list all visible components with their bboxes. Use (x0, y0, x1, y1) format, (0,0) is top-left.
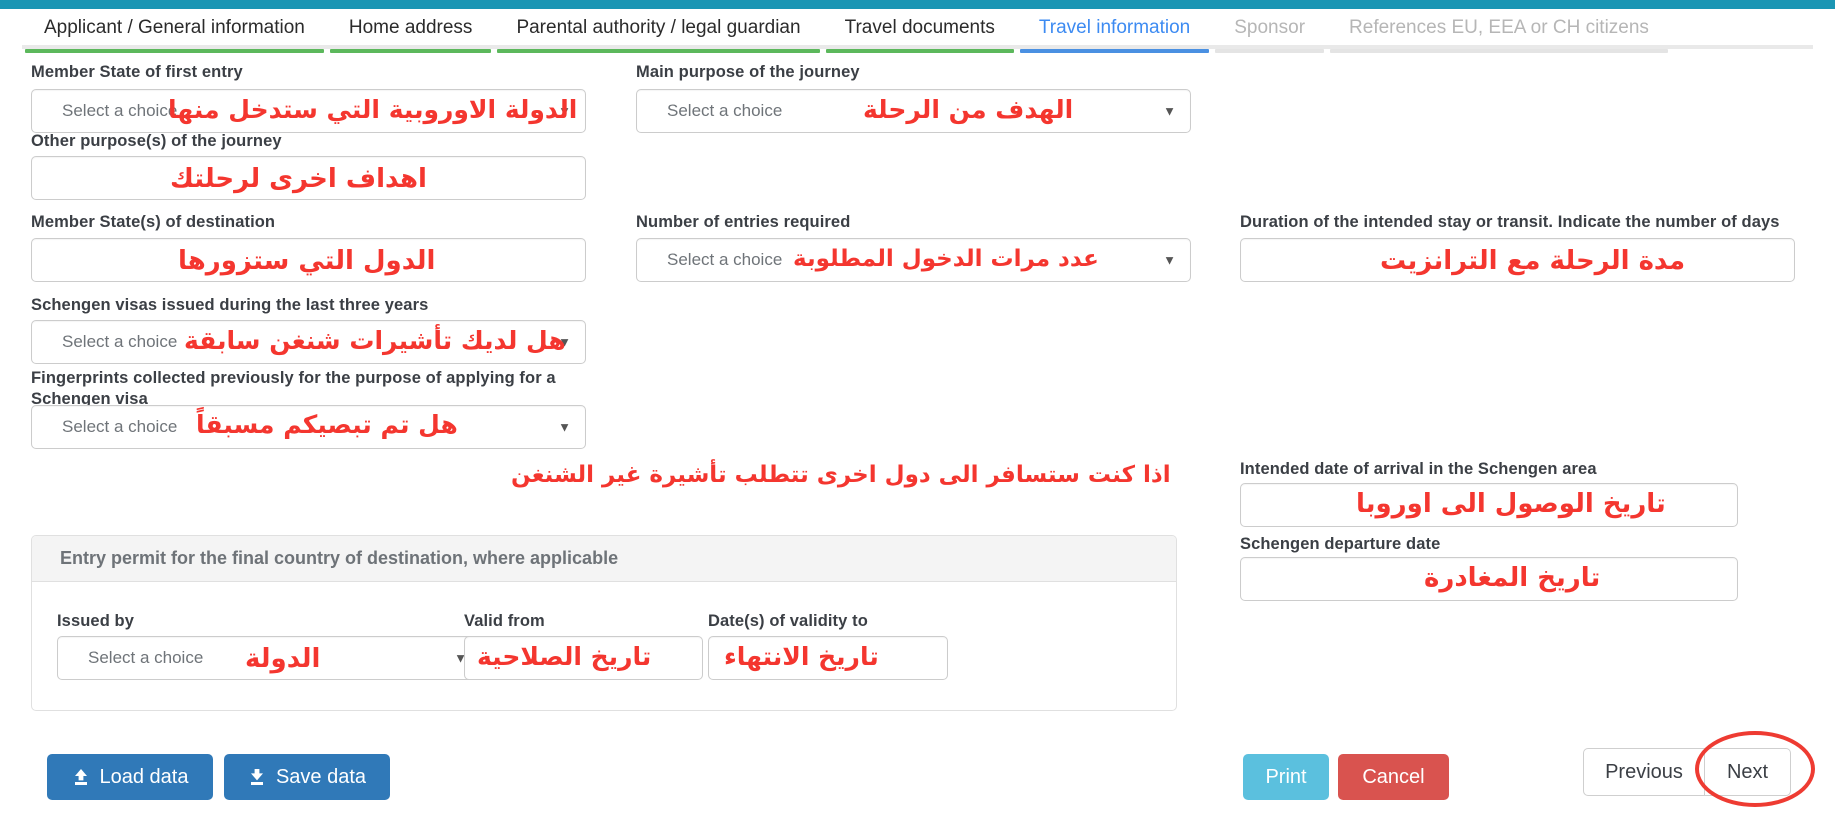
select-value: Select a choice (88, 648, 204, 667)
entry-permit-panel-header: Entry permit for the final country of de… (32, 536, 1176, 582)
tab-label: Travel documents (844, 17, 995, 38)
tab-label: References EU, EEA or CH citizens (1349, 17, 1649, 38)
tab-travel-information[interactable]: Travel information (1017, 9, 1212, 53)
select-value: Select a choice (667, 101, 783, 120)
input-intended-date-of-arrival[interactable] (1240, 483, 1738, 527)
label-duration-of-intended-stay: Duration of the intended stay or transit… (1240, 213, 1780, 231)
tab-underline (1215, 49, 1325, 53)
input-member-states-of-destination[interactable] (31, 238, 586, 282)
chevron-down-icon: ▼ (558, 419, 571, 435)
label-fingerprints-collected-previously: Fingerprints collected previously for th… (31, 369, 556, 408)
previous-button[interactable]: Previous (1583, 748, 1705, 796)
chevron-down-icon: ▼ (558, 103, 571, 119)
tab-label: Sponsor (1234, 17, 1306, 38)
input-duration-of-intended-stay[interactable] (1240, 238, 1795, 282)
annotation-entry-permit-panel: اذا كنت ستسافر الى دول اخرى تتطلب تأشيرة… (511, 462, 1171, 488)
tab-references-eu-eea-ch-citizens: References EU, EEA or CH citizens (1327, 9, 1671, 53)
tab-underline (25, 49, 324, 53)
select-schengen-visas-last-three-years[interactable]: Select a choice ▼ (31, 320, 586, 364)
select-value: Select a choice (62, 417, 178, 436)
entry-permit-panel: Entry permit for the final country of de… (31, 535, 1177, 711)
tab-home-address[interactable]: Home address (327, 9, 495, 53)
tab-label: Home address (348, 17, 473, 38)
tab-label: Travel information (1038, 17, 1191, 38)
load-data-label: Load data (99, 765, 189, 788)
tab-list: Applicant / General information Home add… (22, 9, 1671, 53)
tab-sponsor: Sponsor (1212, 9, 1327, 53)
select-fingerprints-collected-previously[interactable]: Select a choice ▼ (31, 405, 586, 449)
label-number-of-entries-required: Number of entries required (636, 213, 851, 231)
cancel-button[interactable]: Cancel (1338, 754, 1449, 800)
tab-underline (825, 49, 1014, 53)
label-schengen-visas-last-three-years: Schengen visas issued during the last th… (31, 296, 429, 314)
input-valid-from[interactable] (464, 636, 703, 680)
tab-underline (497, 49, 820, 53)
chevron-down-icon: ▼ (1163, 252, 1176, 268)
tab-underline (1330, 49, 1668, 53)
label-main-purpose-of-the-journey: Main purpose of the journey (636, 63, 860, 81)
label-member-states-of-destination: Member State(s) of destination (31, 213, 276, 231)
print-label: Print (1265, 765, 1307, 788)
tab-label: Applicant / General information (44, 17, 305, 38)
tab-underline (329, 49, 492, 53)
select-member-state-of-first-entry[interactable]: Select a choice ▼ (31, 89, 586, 133)
cancel-label: Cancel (1362, 765, 1425, 788)
label-valid-from: Valid from (464, 612, 545, 630)
select-value: Select a choice (62, 332, 178, 351)
input-dates-of-validity-to[interactable] (708, 636, 948, 680)
label-dates-of-validity-to: Date(s) of validity to (708, 612, 868, 630)
label-member-state-of-first-entry: Member State of first entry (31, 63, 243, 81)
download-icon (248, 768, 266, 786)
chevron-down-icon: ▼ (1163, 103, 1176, 119)
top-accent-bar (0, 0, 1835, 9)
previous-label: Previous (1605, 760, 1683, 783)
tab-underline (1019, 49, 1210, 53)
tab-parental-authority-legal-guardian[interactable]: Parental authority / legal guardian (494, 9, 822, 53)
input-schengen-departure-date[interactable] (1240, 557, 1738, 601)
select-value: Select a choice (667, 250, 783, 269)
label-issued-by: Issued by (57, 612, 135, 630)
tab-label: Parental authority / legal guardian (516, 17, 801, 38)
entry-permit-panel-title: Entry permit for the final country of de… (60, 548, 619, 568)
label-intended-date-of-arrival: Intended date of arrival in the Schengen… (1240, 460, 1597, 478)
select-issued-by[interactable]: Select a choice ▼ (57, 636, 482, 680)
select-number-of-entries-required[interactable]: Select a choice ▼ (636, 238, 1191, 282)
tab-strip: Applicant / General information Home add… (0, 9, 1835, 53)
print-button[interactable]: Print (1243, 754, 1329, 800)
next-button[interactable]: Next (1705, 748, 1791, 796)
label-other-purposes-of-the-journey: Other purpose(s) of the journey (31, 132, 282, 150)
save-data-label: Save data (275, 765, 367, 788)
input-other-purposes-of-the-journey[interactable] (31, 156, 586, 200)
label-schengen-departure-date: Schengen departure date (1240, 535, 1441, 553)
select-value: Select a choice (62, 101, 178, 120)
tab-applicant-general-information[interactable]: Applicant / General information (22, 9, 327, 53)
tab-travel-documents[interactable]: Travel documents (823, 9, 1017, 53)
load-data-button[interactable]: Load data (47, 754, 213, 800)
save-data-button[interactable]: Save data (224, 754, 390, 800)
upload-icon (72, 768, 90, 786)
next-label: Next (1726, 760, 1769, 783)
chevron-down-icon: ▼ (558, 334, 571, 350)
select-main-purpose-of-the-journey[interactable]: Select a choice ▼ (636, 89, 1191, 133)
